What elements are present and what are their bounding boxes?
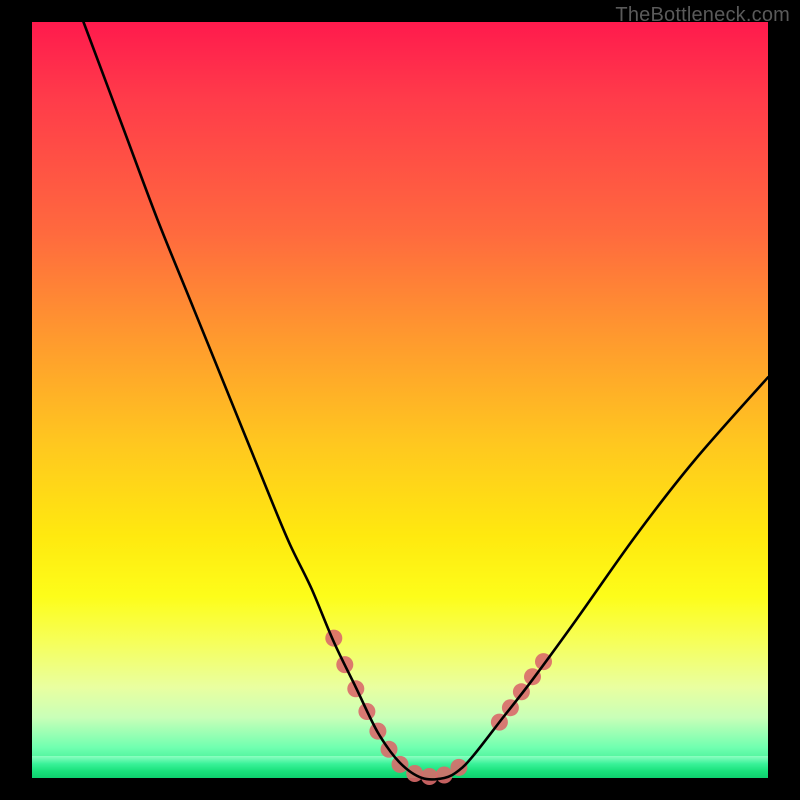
chart-plot-area (32, 22, 768, 778)
chart-svg (32, 22, 768, 778)
chart-frame: TheBottleneck.com (0, 0, 800, 800)
watermark-text: TheBottleneck.com (615, 4, 790, 27)
chart-marker (421, 768, 438, 785)
bottleneck-curve (84, 22, 769, 779)
chart-marker-layer (325, 630, 552, 785)
